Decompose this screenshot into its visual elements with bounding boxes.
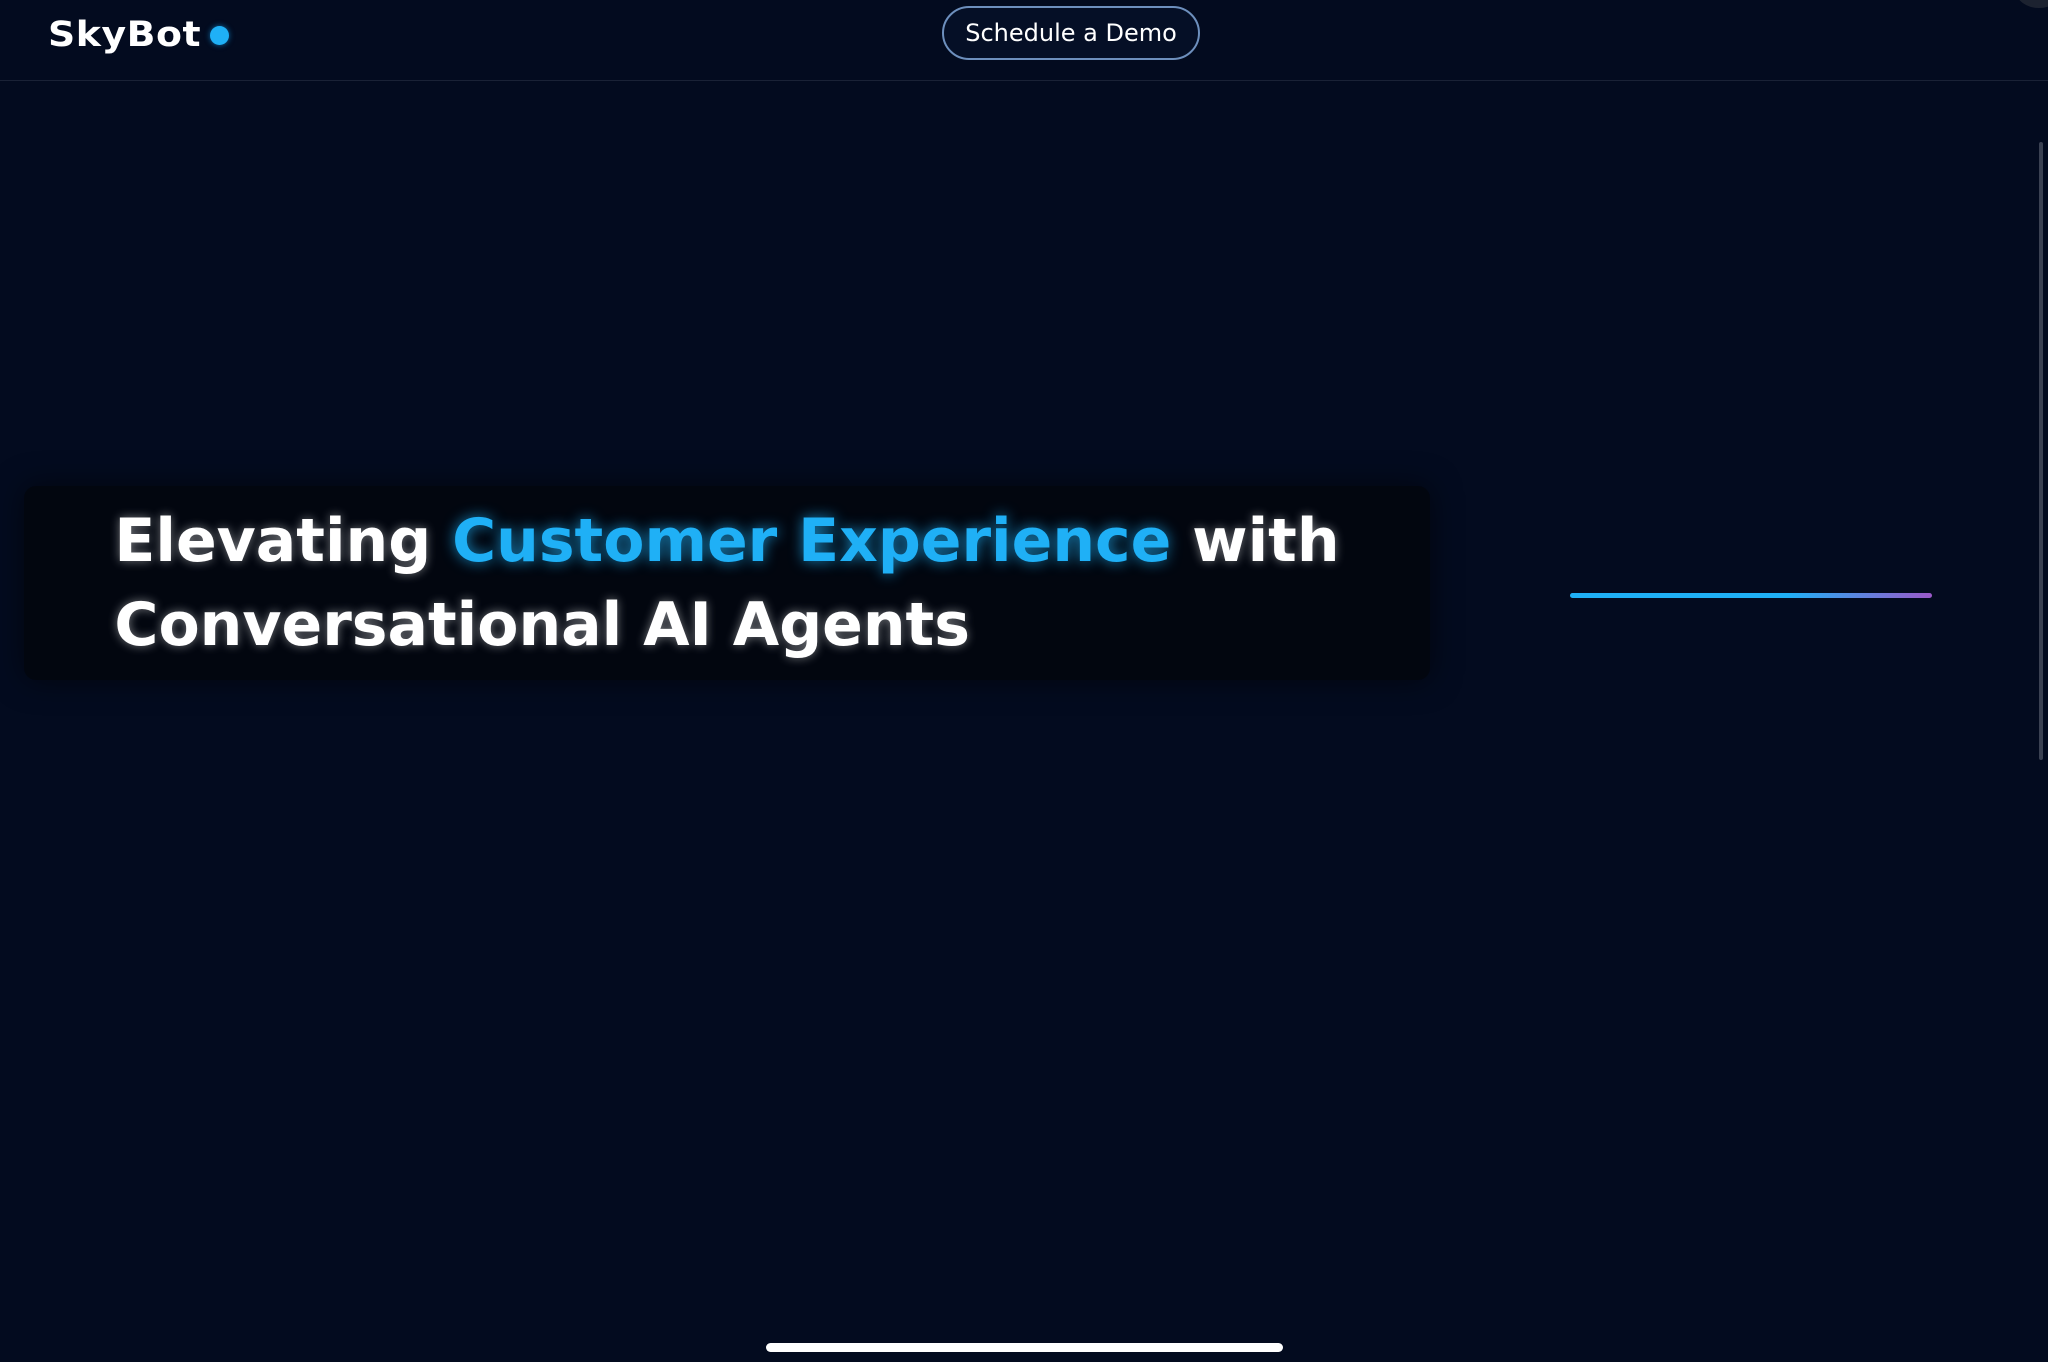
brand-logo-link[interactable]: SkyBot [48,12,229,58]
schedule-demo-button[interactable]: Schedule a Demo [942,6,1200,60]
status-dot-icon [209,25,229,45]
hero-headline: Elevating Customer Experience with Conve… [114,499,1339,667]
hero-headline-lead: Elevating [114,506,453,576]
hero-headline-tail: with [1171,506,1340,576]
accent-divider-line [1570,593,1932,598]
corner-avatar-shape [2016,0,2048,8]
top-navigation-bar: SkyBot Schedule a Demo [0,0,2048,81]
home-indicator-bar[interactable] [766,1343,1283,1352]
hero-headline-panel: Elevating Customer Experience with Conve… [24,486,1430,680]
hero-headline-highlight: Customer Experience [452,506,1172,576]
hero-headline-line-2: Conversational AI Agents [114,590,970,660]
hero-headline-line-1: Elevating Customer Experience with [114,499,1339,583]
vertical-scrollbar[interactable] [2039,142,2043,760]
brand-name: SkyBot [48,15,202,55]
page: SkyBot Schedule a Demo Elevating Custome… [0,0,2048,1362]
